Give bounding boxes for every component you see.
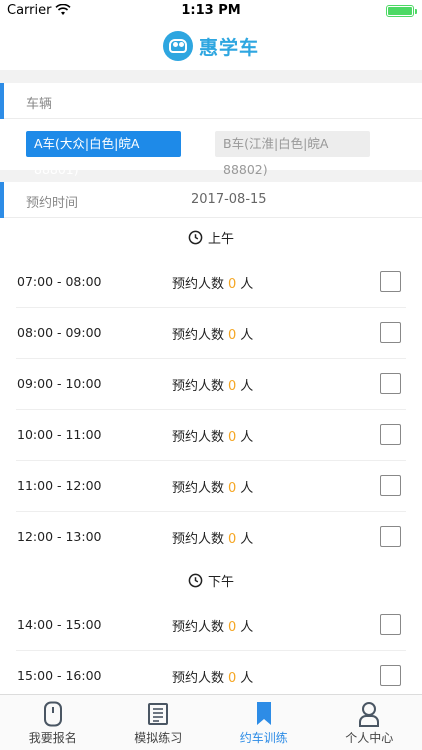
- slot-time: 14:00 - 15:00: [17, 617, 102, 632]
- slot-count: 预约人数 0 人: [172, 671, 254, 686]
- brand-name: 惠学车: [199, 36, 260, 59]
- app-logo: 惠学车: [163, 29, 259, 63]
- tab-signup[interactable]: 我要报名: [0, 695, 106, 750]
- status-bar: Carrier 1:13 PM: [0, 0, 422, 22]
- tab-booking[interactable]: 约车训练: [211, 695, 317, 750]
- schedule-list[interactable]: 上午 07:00 - 08:00 预约人数 0 人 08:00 - 09:00 预约…: [0, 218, 422, 694]
- vehicle-section-header: 车辆: [0, 83, 422, 119]
- slot-row: 14:00 - 15:00 预约人数 0 人: [0, 600, 422, 651]
- slot-checkbox[interactable]: [380, 373, 401, 394]
- slot-count: 预约人数 0 人: [172, 379, 254, 394]
- bookmark-icon: [256, 701, 272, 727]
- slot-time: 15:00 - 16:00: [17, 668, 102, 683]
- period-afternoon-label: 下午: [207, 574, 234, 590]
- slot-time: 07:00 - 08:00: [17, 274, 102, 289]
- appointment-date[interactable]: 2017-08-15: [191, 192, 267, 207]
- slot-row: 11:00 - 12:00 预约人数 0 人: [0, 461, 422, 512]
- slot-time: 11:00 - 12:00: [17, 478, 102, 493]
- status-time: 1:13 PM: [181, 3, 241, 18]
- slot-checkbox[interactable]: [380, 271, 401, 292]
- appointment-label: 预约时间: [26, 196, 79, 211]
- slot-checkbox[interactable]: [380, 475, 401, 496]
- appointment-section-header: 预约时间 2017-08-15: [0, 182, 422, 218]
- tab-practice[interactable]: 模拟练习: [106, 695, 212, 750]
- slot-checkbox[interactable]: [380, 424, 401, 445]
- tab-profile[interactable]: 个人中心: [317, 695, 422, 750]
- phone-icon: [43, 701, 63, 727]
- logo-icon: [163, 31, 193, 61]
- vehicle-option-a[interactable]: A车(大众|白色|皖A 88801): [26, 131, 181, 177]
- slot-row: 12:00 - 13:00 预约人数 0 人: [0, 512, 422, 563]
- slot-checkbox[interactable]: [380, 526, 401, 547]
- slot-checkbox[interactable]: [380, 322, 401, 343]
- slot-row: 09:00 - 10:00 预约人数 0 人: [0, 359, 422, 410]
- tab-practice-label: 模拟练习: [134, 731, 183, 745]
- notebook-icon: [147, 701, 169, 727]
- vehicle-option-b[interactable]: B车(江淮|白色|皖A 88802): [215, 131, 370, 177]
- tab-profile-label: 个人中心: [345, 731, 394, 745]
- period-afternoon: 下午: [0, 561, 422, 599]
- slot-time: 10:00 - 11:00: [17, 427, 102, 442]
- slot-count: 预约人数 0 人: [172, 430, 254, 445]
- slot-time: 12:00 - 13:00: [17, 529, 102, 544]
- battery-icon: [386, 5, 417, 17]
- clock-icon: [188, 230, 203, 244]
- clock-icon: [188, 573, 203, 587]
- slot-checkbox[interactable]: [380, 614, 401, 635]
- slot-count: 预约人数 0 人: [172, 620, 254, 635]
- app-header: 惠学车: [0, 22, 422, 70]
- slot-time: 09:00 - 10:00: [17, 376, 102, 391]
- slot-count: 预约人数 0 人: [172, 532, 254, 547]
- person-icon: [358, 701, 380, 727]
- tab-booking-label: 约车训练: [239, 731, 288, 745]
- period-morning: 上午: [0, 218, 422, 256]
- slot-row: 08:00 - 09:00 预约人数 0 人: [0, 308, 422, 359]
- vehicle-options: A车(大众|白色|皖A 88801) B车(江淮|白色|皖A 88802): [0, 119, 422, 177]
- slot-count: 预约人数 0 人: [172, 481, 254, 496]
- slot-row: 10:00 - 11:00 预约人数 0 人: [0, 410, 422, 461]
- slot-time: 08:00 - 09:00: [17, 325, 102, 340]
- slot-row: 07:00 - 08:00 预约人数 0 人: [0, 257, 422, 308]
- slot-checkbox[interactable]: [380, 665, 401, 686]
- tab-bar: 我要报名 模拟练习 约车训练 个人中心: [0, 694, 422, 750]
- vehicle-label: 车辆: [26, 97, 53, 112]
- period-morning-label: 上午: [207, 231, 234, 247]
- slot-count: 预约人数 0 人: [172, 277, 254, 292]
- slot-count: 预约人数 0 人: [172, 328, 254, 343]
- tab-signup-label: 我要报名: [28, 731, 77, 745]
- slot-row: 15:00 - 16:00 预约人数 0 人: [0, 651, 422, 694]
